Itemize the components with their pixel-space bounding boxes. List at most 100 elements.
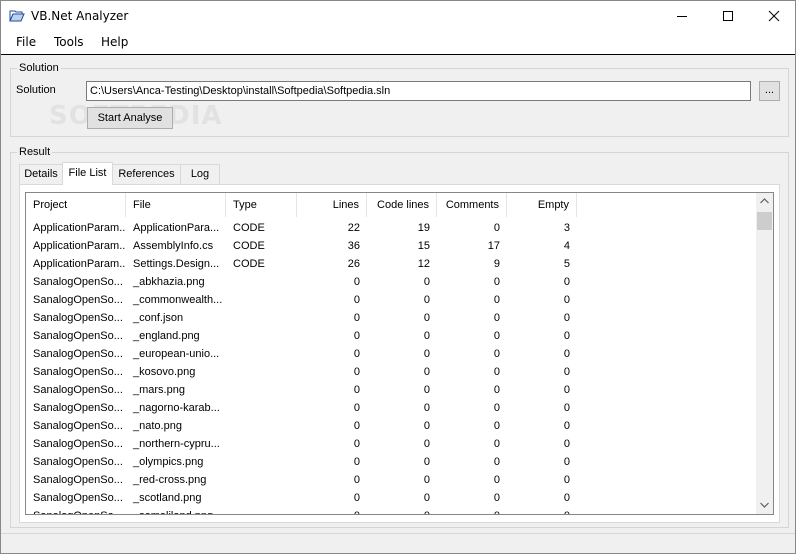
cell-comments: 0 xyxy=(493,330,500,342)
cell-project: SanalogOpenSo... xyxy=(26,507,126,514)
chevron-up-icon xyxy=(760,198,769,204)
menu-help[interactable]: Help xyxy=(101,35,128,49)
file-list-table[interactable]: Project File Type Lines Code lines Comme… xyxy=(25,192,774,515)
column-header-project[interactable]: Project xyxy=(26,193,126,217)
cell-empty: 0 xyxy=(507,507,577,514)
tab-references[interactable]: References xyxy=(112,164,181,184)
cell-lines: 0 xyxy=(353,348,360,360)
minimize-button[interactable] xyxy=(659,1,705,31)
cell-lines: 0 xyxy=(353,438,360,450)
table-row[interactable]: SanalogOpenSo... _red-cross.png 0 0 0 0 xyxy=(26,471,757,489)
table-row[interactable]: SanalogOpenSo... _conf.json 0 0 0 0 xyxy=(26,309,757,327)
cell-comments: 0 xyxy=(437,507,507,514)
maximize-button[interactable] xyxy=(705,1,751,31)
menu-tools[interactable]: Tools xyxy=(54,35,84,49)
cell-type xyxy=(226,345,297,363)
table-row[interactable]: SanalogOpenSo... _england.png 0 0 0 0 xyxy=(26,327,757,345)
table-row[interactable]: SanalogOpenSo... _scotland.png 0 0 0 0 xyxy=(26,489,757,507)
column-header-empty[interactable]: Empty xyxy=(507,193,577,217)
cell-code-lines: 0 xyxy=(423,312,430,324)
result-group-label: Result xyxy=(17,146,53,158)
column-header-lines[interactable]: Lines xyxy=(297,193,367,217)
cell-type xyxy=(226,381,297,399)
cell-file: _nagorno-karab... xyxy=(133,402,220,414)
column-header-file[interactable]: File xyxy=(126,193,226,217)
cell-comments: 0 xyxy=(493,420,500,432)
cell-project: SanalogOpenSo... xyxy=(33,348,123,360)
cell-comments: 9 xyxy=(493,258,500,270)
cell-file: AssemblyInfo.cs xyxy=(133,240,214,252)
cell-lines: 22 xyxy=(347,222,360,234)
cell-comments: 0 xyxy=(493,222,500,234)
table-row[interactable]: SanalogOpenSo... _nato.png 0 0 0 0 xyxy=(26,417,757,435)
scroll-up-button[interactable] xyxy=(756,193,773,210)
status-bar xyxy=(1,533,795,553)
cell-empty: 0 xyxy=(563,312,570,324)
table-row[interactable]: SanalogOpenSo..._somaliland.png0000 xyxy=(26,507,757,514)
vertical-scrollbar[interactable] xyxy=(756,193,773,514)
table-row[interactable]: SanalogOpenSo... _european-unio... 0 0 0 0 xyxy=(26,345,757,363)
scrollbar-thumb[interactable] xyxy=(757,212,772,230)
cell-project: ApplicationParam... xyxy=(33,222,126,234)
minimize-icon xyxy=(677,16,687,17)
cell-lines: 0 xyxy=(353,492,360,504)
cell-empty: 0 xyxy=(563,420,570,432)
folder-open-icon xyxy=(9,8,25,24)
cell-empty: 0 xyxy=(563,294,570,306)
scroll-down-button[interactable] xyxy=(756,497,773,514)
cell-lines: 0 xyxy=(353,456,360,468)
cell-code-lines: 12 xyxy=(417,258,430,270)
browse-button[interactable]: ... xyxy=(759,81,780,101)
cell-comments: 0 xyxy=(493,276,500,288)
cell-comments: 0 xyxy=(493,312,500,324)
cell-comments: 0 xyxy=(493,366,500,378)
cell-file: _northern-cypru... xyxy=(133,438,220,450)
cell-lines: 0 xyxy=(353,474,360,486)
table-row[interactable]: SanalogOpenSo... _northern-cypru... 0 0 0 0 xyxy=(26,435,757,453)
cell-file: ApplicationPara... xyxy=(133,222,220,234)
table-row[interactable]: ApplicationParam... AssemblyInfo.cs CODE 36… xyxy=(26,237,757,255)
tab-details[interactable]: Details xyxy=(19,164,63,184)
tab-file-list[interactable]: File List xyxy=(62,162,113,185)
menu-file[interactable]: File xyxy=(16,35,36,49)
cell-code-lines: 0 xyxy=(423,276,430,288)
cell-project: SanalogOpenSo... xyxy=(33,456,123,468)
cell-code-lines: 15 xyxy=(417,240,430,252)
table-row[interactable]: SanalogOpenSo... _nagorno-karab... 0 0 0 0 xyxy=(26,399,757,417)
cell-empty: 3 xyxy=(563,222,570,234)
close-button[interactable] xyxy=(751,1,795,31)
cell-comments: 0 xyxy=(493,402,500,414)
cell-empty: 0 xyxy=(563,366,570,378)
cell-type xyxy=(226,327,297,345)
table-row[interactable]: ApplicationParam... Settings.Design... COD… xyxy=(26,255,757,273)
cell-lines: 36 xyxy=(347,240,360,252)
window-title: VB.Net Analyzer xyxy=(31,9,129,23)
table-row[interactable]: SanalogOpenSo... _mars.png 0 0 0 0 xyxy=(26,381,757,399)
menu-bar: File Tools Help xyxy=(1,31,795,55)
cell-lines: 0 xyxy=(353,330,360,342)
table-row[interactable]: SanalogOpenSo... _kosovo.png 0 0 0 0 xyxy=(26,363,757,381)
table-row[interactable]: SanalogOpenSo... _commonwealth... 0 0 0 0 xyxy=(26,291,757,309)
column-header-comments[interactable]: Comments xyxy=(437,193,507,217)
cell-empty: 0 xyxy=(563,276,570,288)
cell-lines: 0 xyxy=(353,402,360,414)
cell-comments: 0 xyxy=(493,348,500,360)
cell-project: ApplicationParam... xyxy=(33,240,126,252)
cell-code-lines: 0 xyxy=(423,474,430,486)
cell-code-lines: 0 xyxy=(423,492,430,504)
cell-type xyxy=(226,453,297,471)
cell-file: _red-cross.png xyxy=(133,474,207,486)
cell-comments: 0 xyxy=(493,492,500,504)
tab-log[interactable]: Log xyxy=(180,164,220,184)
cell-project: SanalogOpenSo... xyxy=(33,366,123,378)
table-row[interactable]: SanalogOpenSo... _olympics.png 0 0 0 0 xyxy=(26,453,757,471)
table-row[interactable]: ApplicationParam... ApplicationPara... COD… xyxy=(26,219,757,237)
column-header-code-lines[interactable]: Code lines xyxy=(367,193,437,217)
solution-path-input[interactable]: C:\Users\Anca-Testing\Desktop\install\So… xyxy=(86,81,751,101)
cell-type xyxy=(226,363,297,381)
start-analyse-button[interactable]: Start Analyse xyxy=(87,107,173,129)
table-row[interactable]: SanalogOpenSo... _abkhazia.png 0 0 0 0 xyxy=(26,273,757,291)
cell-type: CODE xyxy=(233,258,265,270)
column-header-type[interactable]: Type xyxy=(226,193,297,217)
cell-comments: 0 xyxy=(493,474,500,486)
